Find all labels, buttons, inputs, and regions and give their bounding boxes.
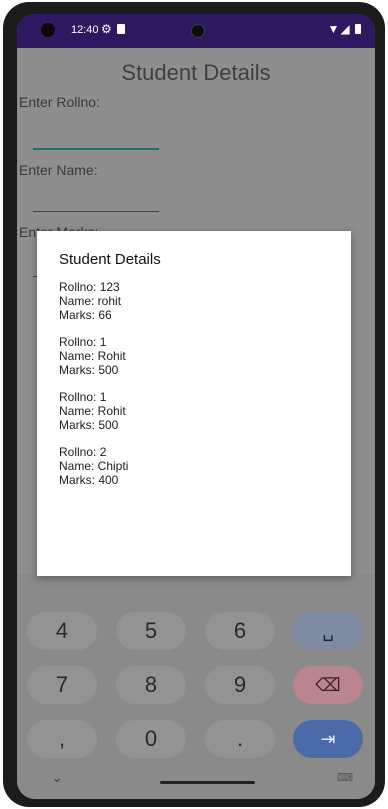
chevron-down-icon[interactable]: ⌄ <box>51 769 63 786</box>
record-marks: Marks: 500 <box>59 363 119 377</box>
list-item: Rollno: 2 Name: Chipti Marks: 400 <box>59 445 128 487</box>
front-camera-icon <box>191 24 205 38</box>
record-rollno: Rollno: 1 <box>59 390 107 404</box>
list-item: Rollno: 1 Name: Rohit Marks: 500 <box>59 390 128 432</box>
rollno-input[interactable] <box>33 148 159 150</box>
key-comma[interactable]: , <box>27 720 97 758</box>
status-time: 12:40 <box>71 24 99 36</box>
key-6[interactable]: 6 <box>205 612 275 650</box>
backspace-key[interactable]: ⌫ <box>293 666 363 704</box>
key-8[interactable]: 8 <box>116 666 186 704</box>
key-4[interactable]: 4 <box>27 612 97 650</box>
nav-bar: ⌄ ⌨ <box>17 769 375 799</box>
status-right-icons: ▼◢ <box>328 22 361 36</box>
record-rollno: Rollno: 123 <box>59 280 120 294</box>
student-details-dialog: Student Details Rollno: 123 Name: rohit … <box>37 231 351 576</box>
list-item: Rollno: 1 Name: Rohit Marks: 500 <box>59 335 128 377</box>
battery-icon <box>355 24 361 34</box>
name-label: Enter Name: <box>19 162 98 178</box>
keyboard-icon[interactable]: ⌨ <box>337 771 353 784</box>
record-rollno: Rollno: 1 <box>59 335 107 349</box>
list-item: Rollno: 123 Name: rohit Marks: 66 <box>59 280 128 322</box>
settings-icon: ⚙ <box>101 22 112 36</box>
key-period[interactable]: . <box>205 720 275 758</box>
camera-hole-icon <box>41 23 55 37</box>
rollno-label: Enter Rollno: <box>19 94 100 110</box>
record-rollno: Rollno: 2 <box>59 445 107 459</box>
record-marks: Marks: 400 <box>59 473 119 487</box>
numeric-keyboard: 4 5 6 ␣ 7 8 9 ⌫ , 0 . ⇥ ⌄ ⌨ <box>17 574 375 799</box>
next-key[interactable]: ⇥ <box>293 720 363 758</box>
record-name: Name: rohit <box>59 294 122 308</box>
status-bar: 12:40 ⚙ ▼◢ <box>17 14 375 48</box>
key-5[interactable]: 5 <box>116 612 186 650</box>
space-key[interactable]: ␣ <box>293 612 363 650</box>
name-input[interactable] <box>33 211 159 212</box>
records-list: Rollno: 123 Name: rohit Marks: 66 Rollno… <box>59 280 128 500</box>
key-0[interactable]: 0 <box>116 720 186 758</box>
sd-card-icon <box>117 24 125 34</box>
key-7[interactable]: 7 <box>27 666 97 704</box>
record-name: Name: Rohit <box>59 349 126 363</box>
wifi-signal-icon: ▼◢ <box>327 22 351 36</box>
key-9[interactable]: 9 <box>205 666 275 704</box>
dialog-title: Student Details <box>59 251 161 268</box>
page-title: Student Details <box>121 60 271 85</box>
home-gesture-bar[interactable] <box>160 781 255 784</box>
record-marks: Marks: 500 <box>59 418 119 432</box>
record-name: Name: Chipti <box>59 459 129 473</box>
record-marks: Marks: 66 <box>59 308 112 322</box>
record-name: Name: Rohit <box>59 404 126 418</box>
